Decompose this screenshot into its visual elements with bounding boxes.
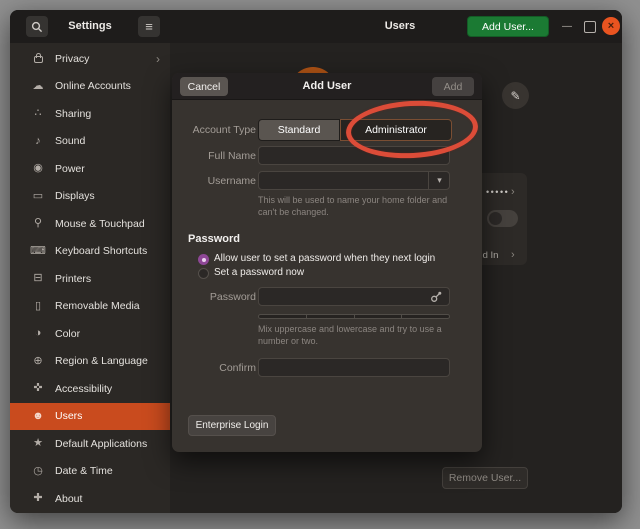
monitor-icon: ▭ — [30, 191, 46, 202]
generate-password-icon — [430, 290, 443, 303]
confirm-label: Confirm — [172, 362, 256, 374]
sidebar: Privacy › ☁ Online Accounts ∴ Sharing ♪ … — [10, 43, 170, 513]
add-button[interactable]: Add — [432, 77, 474, 96]
maximize-button[interactable] — [584, 21, 596, 33]
sidebar-item-displays[interactable]: ▭ Displays — [10, 183, 170, 211]
radio-label-next-login: Allow user to set a password when they n… — [214, 253, 435, 264]
star-icon: ★ — [30, 438, 46, 449]
sidebar-item-removable-media[interactable]: ▯ Removable Media — [10, 293, 170, 321]
enterprise-login-button[interactable]: Enterprise Login — [188, 415, 276, 436]
username-hint: This will be used to name your home fold… — [258, 194, 456, 218]
chevron-down-icon: ▾ — [437, 175, 442, 186]
cancel-button[interactable]: Cancel — [180, 77, 228, 96]
accessibility-icon: ✜ — [30, 383, 46, 394]
keyboard-icon: ⌨ — [30, 246, 46, 257]
sidebar-item-accessibility[interactable]: ✜ Accessibility — [10, 375, 170, 403]
edit-avatar-button[interactable]: ✎ — [502, 82, 529, 109]
sidebar-item-users[interactable]: ☻ Users — [10, 403, 170, 431]
cloud-icon: ☁ — [30, 81, 46, 92]
hamburger-menu-button[interactable]: ≡ — [138, 16, 160, 37]
color-wheel-icon: ◑ — [30, 328, 46, 339]
pencil-icon: ✎ — [510, 89, 520, 103]
password-hint: Mix uppercase and lowercase and try to u… — [258, 323, 456, 347]
hamburger-menu-icon: ≡ — [145, 19, 153, 34]
chevron-right-icon: › — [511, 186, 515, 198]
account-type-label: Account Type — [172, 124, 256, 136]
password-dots: ••••• — [486, 187, 509, 197]
power-icon: ◉ — [30, 163, 46, 174]
user-icon: ☻ — [30, 411, 46, 422]
chevron-right-icon: › — [511, 249, 515, 261]
globe-icon: ⊕ — [30, 356, 46, 367]
username-input[interactable] — [258, 171, 450, 190]
generate-password-button[interactable] — [430, 290, 444, 304]
toggle-knob — [489, 212, 502, 225]
sidebar-item-printers[interactable]: ⊟ Printers — [10, 265, 170, 293]
confirm-password-input[interactable] — [258, 358, 450, 377]
automatic-login-toggle[interactable] — [487, 210, 518, 227]
sidebar-item-online-accounts[interactable]: ☁ Online Accounts — [10, 73, 170, 101]
lock-icon — [30, 52, 46, 66]
username-label: Username — [172, 175, 256, 187]
password-section-title: Password — [188, 233, 240, 245]
chevron-right-icon: › — [156, 52, 160, 66]
sidebar-item-region-language[interactable]: ⊕ Region & Language — [10, 348, 170, 376]
sidebar-item-privacy[interactable]: Privacy › — [10, 45, 170, 73]
printer-icon: ⊟ — [30, 273, 46, 284]
add-user-button[interactable]: Add User... — [467, 16, 549, 37]
header-bar: Settings ≡ Users Add User... — × — [10, 10, 622, 44]
sidebar-item-color[interactable]: ◑ Color — [10, 320, 170, 348]
sidebar-item-default-applications[interactable]: ★ Default Applications — [10, 430, 170, 458]
sidebar-item-keyboard-shortcuts[interactable]: ⌨ Keyboard Shortcuts — [10, 238, 170, 266]
sidebar-item-sound[interactable]: ♪ Sound — [10, 128, 170, 156]
radio-set-password-now[interactable] — [198, 268, 209, 279]
account-type-standard-button[interactable]: Standard — [258, 119, 340, 141]
share-icon: ∴ — [30, 108, 46, 119]
mouse-icon: ⚲ — [30, 218, 46, 229]
clock-icon: ◷ — [30, 466, 46, 477]
sidebar-item-sharing[interactable]: ∴ Sharing — [10, 100, 170, 128]
remove-user-button[interactable]: Remove User... — [442, 467, 528, 489]
radio-set-password-next-login[interactable] — [198, 254, 209, 265]
username-dropdown-button[interactable]: ▾ — [428, 171, 450, 190]
password-strength-meter — [258, 314, 450, 319]
password-input[interactable] — [258, 287, 450, 306]
sidebar-item-power[interactable]: ◉ Power — [10, 155, 170, 183]
close-button[interactable]: × — [602, 17, 620, 35]
music-note-icon: ♪ — [30, 136, 46, 147]
settings-window: Settings ≡ Users Add User... — × Privacy… — [10, 10, 622, 513]
dialog-header: Add User Cancel Add — [172, 73, 482, 100]
radio-label-password-now: Set a password now — [214, 267, 304, 278]
sidebar-item-about[interactable]: ✚ About — [10, 485, 170, 513]
full-name-label: Full Name — [172, 150, 256, 162]
password-label: Password — [172, 291, 256, 303]
minimize-button[interactable]: — — [559, 18, 575, 34]
sidebar-item-mouse-touchpad[interactable]: ⚲ Mouse & Touchpad — [10, 210, 170, 238]
sidebar-item-date-time[interactable]: ◷ Date & Time — [10, 458, 170, 486]
starburst-icon: ✚ — [30, 493, 46, 504]
usb-drive-icon: ▯ — [30, 301, 46, 312]
